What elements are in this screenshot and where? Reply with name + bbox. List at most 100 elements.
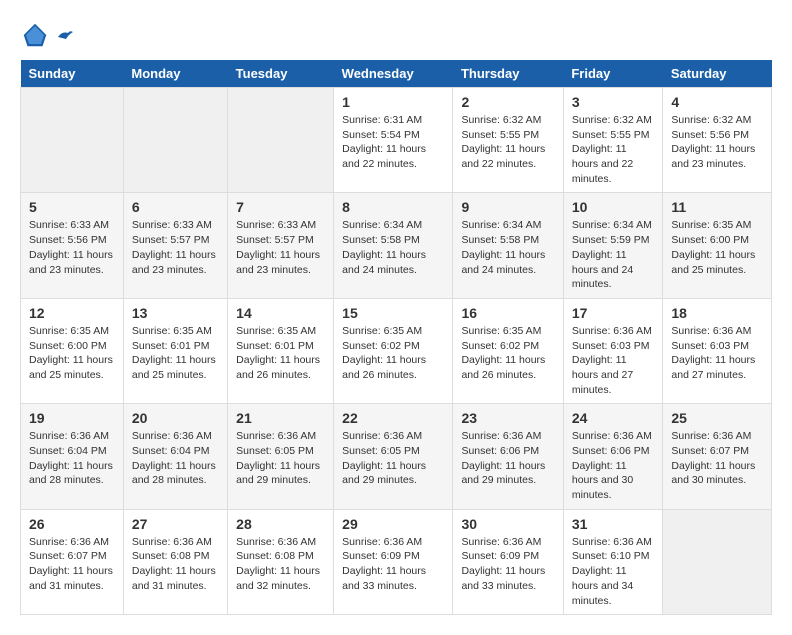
calendar-cell: 5 Sunrise: 6:33 AM Sunset: 5:56 PM Daylig… [21,193,124,298]
calendar-cell: 12 Sunrise: 6:35 AM Sunset: 6:00 PM Dayli… [21,298,124,403]
day-content: Sunrise: 6:36 AM Sunset: 6:05 PM Dayligh… [236,429,325,488]
day-number: 6 [132,199,219,215]
day-number: 7 [236,199,325,215]
calendar-cell: 16 Sunrise: 6:35 AM Sunset: 6:02 PM Dayli… [453,298,563,403]
calendar-cell: 17 Sunrise: 6:36 AM Sunset: 6:03 PM Dayli… [563,298,663,403]
day-content: Sunrise: 6:35 AM Sunset: 6:02 PM Dayligh… [342,324,444,383]
day-number: 4 [671,94,763,110]
logo [20,20,74,50]
day-content: Sunrise: 6:34 AM Sunset: 5:58 PM Dayligh… [342,218,444,277]
header-wednesday: Wednesday [334,60,453,88]
calendar-cell: 27 Sunrise: 6:36 AM Sunset: 6:08 PM Dayli… [123,509,227,614]
day-content: Sunrise: 6:35 AM Sunset: 6:01 PM Dayligh… [132,324,219,383]
header-tuesday: Tuesday [228,60,334,88]
day-content: Sunrise: 6:35 AM Sunset: 6:00 PM Dayligh… [29,324,115,383]
day-content: Sunrise: 6:33 AM Sunset: 5:56 PM Dayligh… [29,218,115,277]
day-content: Sunrise: 6:32 AM Sunset: 5:55 PM Dayligh… [572,113,655,186]
header-saturday: Saturday [663,60,772,88]
calendar-cell: 21 Sunrise: 6:36 AM Sunset: 6:05 PM Dayli… [228,404,334,509]
day-number: 5 [29,199,115,215]
calendar-cell: 19 Sunrise: 6:36 AM Sunset: 6:04 PM Dayli… [21,404,124,509]
day-number: 22 [342,410,444,426]
day-content: Sunrise: 6:36 AM Sunset: 6:05 PM Dayligh… [342,429,444,488]
header-sunday: Sunday [21,60,124,88]
day-number: 11 [671,199,763,215]
calendar-cell [123,88,227,193]
day-content: Sunrise: 6:36 AM Sunset: 6:03 PM Dayligh… [671,324,763,383]
day-number: 12 [29,305,115,321]
calendar-cell: 24 Sunrise: 6:36 AM Sunset: 6:06 PM Dayli… [563,404,663,509]
calendar-cell: 25Sunrise: 6:36 AM Sunset: 6:07 PM Dayli… [663,404,772,509]
day-number: 23 [461,410,554,426]
calendar-cell: 2Sunrise: 6:32 AM Sunset: 5:55 PM Daylig… [453,88,563,193]
calendar-cell: 30Sunrise: 6:36 AM Sunset: 6:09 PM Dayli… [453,509,563,614]
day-content: Sunrise: 6:36 AM Sunset: 6:06 PM Dayligh… [572,429,655,502]
calendar-cell: 4Sunrise: 6:32 AM Sunset: 5:56 PM Daylig… [663,88,772,193]
calendar-cell: 9 Sunrise: 6:34 AM Sunset: 5:58 PM Daylig… [453,193,563,298]
calendar-cell: 26 Sunrise: 6:36 AM Sunset: 6:07 PM Dayli… [21,509,124,614]
day-number: 19 [29,410,115,426]
day-content: Sunrise: 6:35 AM Sunset: 6:02 PM Dayligh… [461,324,554,383]
calendar-cell: 28Sunrise: 6:36 AM Sunset: 6:08 PM Dayli… [228,509,334,614]
day-content: Sunrise: 6:33 AM Sunset: 5:57 PM Dayligh… [236,218,325,277]
day-content: Sunrise: 6:36 AM Sunset: 6:08 PM Dayligh… [132,535,219,594]
calendar-cell: 29 Sunrise: 6:36 AM Sunset: 6:09 PM Dayli… [334,509,453,614]
calendar-cell [228,88,334,193]
day-number: 8 [342,199,444,215]
calendar-cell: 8 Sunrise: 6:34 AM Sunset: 5:58 PM Daylig… [334,193,453,298]
day-number: 10 [572,199,655,215]
calendar-cell: 14Sunrise: 6:35 AM Sunset: 6:01 PM Dayli… [228,298,334,403]
day-number: 20 [132,410,219,426]
day-number: 24 [572,410,655,426]
day-content: Sunrise: 6:36 AM Sunset: 6:04 PM Dayligh… [29,429,115,488]
calendar-cell: 6Sunrise: 6:33 AM Sunset: 5:57 PM Daylig… [123,193,227,298]
calendar-week-row: 12 Sunrise: 6:35 AM Sunset: 6:00 PM Dayli… [21,298,772,403]
day-number: 17 [572,305,655,321]
day-content: Sunrise: 6:36 AM Sunset: 6:06 PM Dayligh… [461,429,554,488]
calendar-cell: 23 Sunrise: 6:36 AM Sunset: 6:06 PM Dayli… [453,404,563,509]
calendar-week-row: 1 Sunrise: 6:31 AM Sunset: 5:54 PM Daylig… [21,88,772,193]
logo-general [54,25,74,45]
day-number: 13 [132,305,219,321]
calendar-cell: 1 Sunrise: 6:31 AM Sunset: 5:54 PM Daylig… [334,88,453,193]
day-content: Sunrise: 6:36 AM Sunset: 6:09 PM Dayligh… [342,535,444,594]
day-number: 18 [671,305,763,321]
day-number: 29 [342,516,444,532]
calendar-cell: 13 Sunrise: 6:35 AM Sunset: 6:01 PM Dayli… [123,298,227,403]
header-thursday: Thursday [453,60,563,88]
day-content: Sunrise: 6:36 AM Sunset: 6:03 PM Dayligh… [572,324,655,397]
page-header [20,20,772,50]
day-number: 26 [29,516,115,532]
calendar-week-row: 5 Sunrise: 6:33 AM Sunset: 5:56 PM Daylig… [21,193,772,298]
logo-icon [20,20,50,50]
calendar-cell [21,88,124,193]
day-content: Sunrise: 6:31 AM Sunset: 5:54 PM Dayligh… [342,113,444,172]
calendar-cell: 10 Sunrise: 6:34 AM Sunset: 5:59 PM Dayli… [563,193,663,298]
calendar-cell: 22 Sunrise: 6:36 AM Sunset: 6:05 PM Dayli… [334,404,453,509]
day-number: 21 [236,410,325,426]
day-number: 16 [461,305,554,321]
day-content: Sunrise: 6:36 AM Sunset: 6:10 PM Dayligh… [572,535,655,608]
calendar-cell: 3 Sunrise: 6:32 AM Sunset: 5:55 PM Daylig… [563,88,663,193]
day-number: 31 [572,516,655,532]
day-content: Sunrise: 6:32 AM Sunset: 5:55 PM Dayligh… [461,113,554,172]
calendar-header-row: SundayMondayTuesdayWednesdayThursdayFrid… [21,60,772,88]
day-content: Sunrise: 6:34 AM Sunset: 5:58 PM Dayligh… [461,218,554,277]
day-number: 14 [236,305,325,321]
day-content: Sunrise: 6:34 AM Sunset: 5:59 PM Dayligh… [572,218,655,291]
calendar-cell: 11Sunrise: 6:35 AM Sunset: 6:00 PM Dayli… [663,193,772,298]
day-number: 1 [342,94,444,110]
day-number: 27 [132,516,219,532]
day-number: 15 [342,305,444,321]
day-number: 30 [461,516,554,532]
day-number: 9 [461,199,554,215]
header-monday: Monday [123,60,227,88]
day-number: 3 [572,94,655,110]
calendar-week-row: 19 Sunrise: 6:36 AM Sunset: 6:04 PM Dayli… [21,404,772,509]
day-content: Sunrise: 6:36 AM Sunset: 6:07 PM Dayligh… [29,535,115,594]
calendar-cell: 18 Sunrise: 6:36 AM Sunset: 6:03 PM Dayli… [663,298,772,403]
day-content: Sunrise: 6:36 AM Sunset: 6:08 PM Dayligh… [236,535,325,594]
logo-bird-icon [56,27,74,45]
calendar-cell [663,509,772,614]
day-content: Sunrise: 6:36 AM Sunset: 6:04 PM Dayligh… [132,429,219,488]
